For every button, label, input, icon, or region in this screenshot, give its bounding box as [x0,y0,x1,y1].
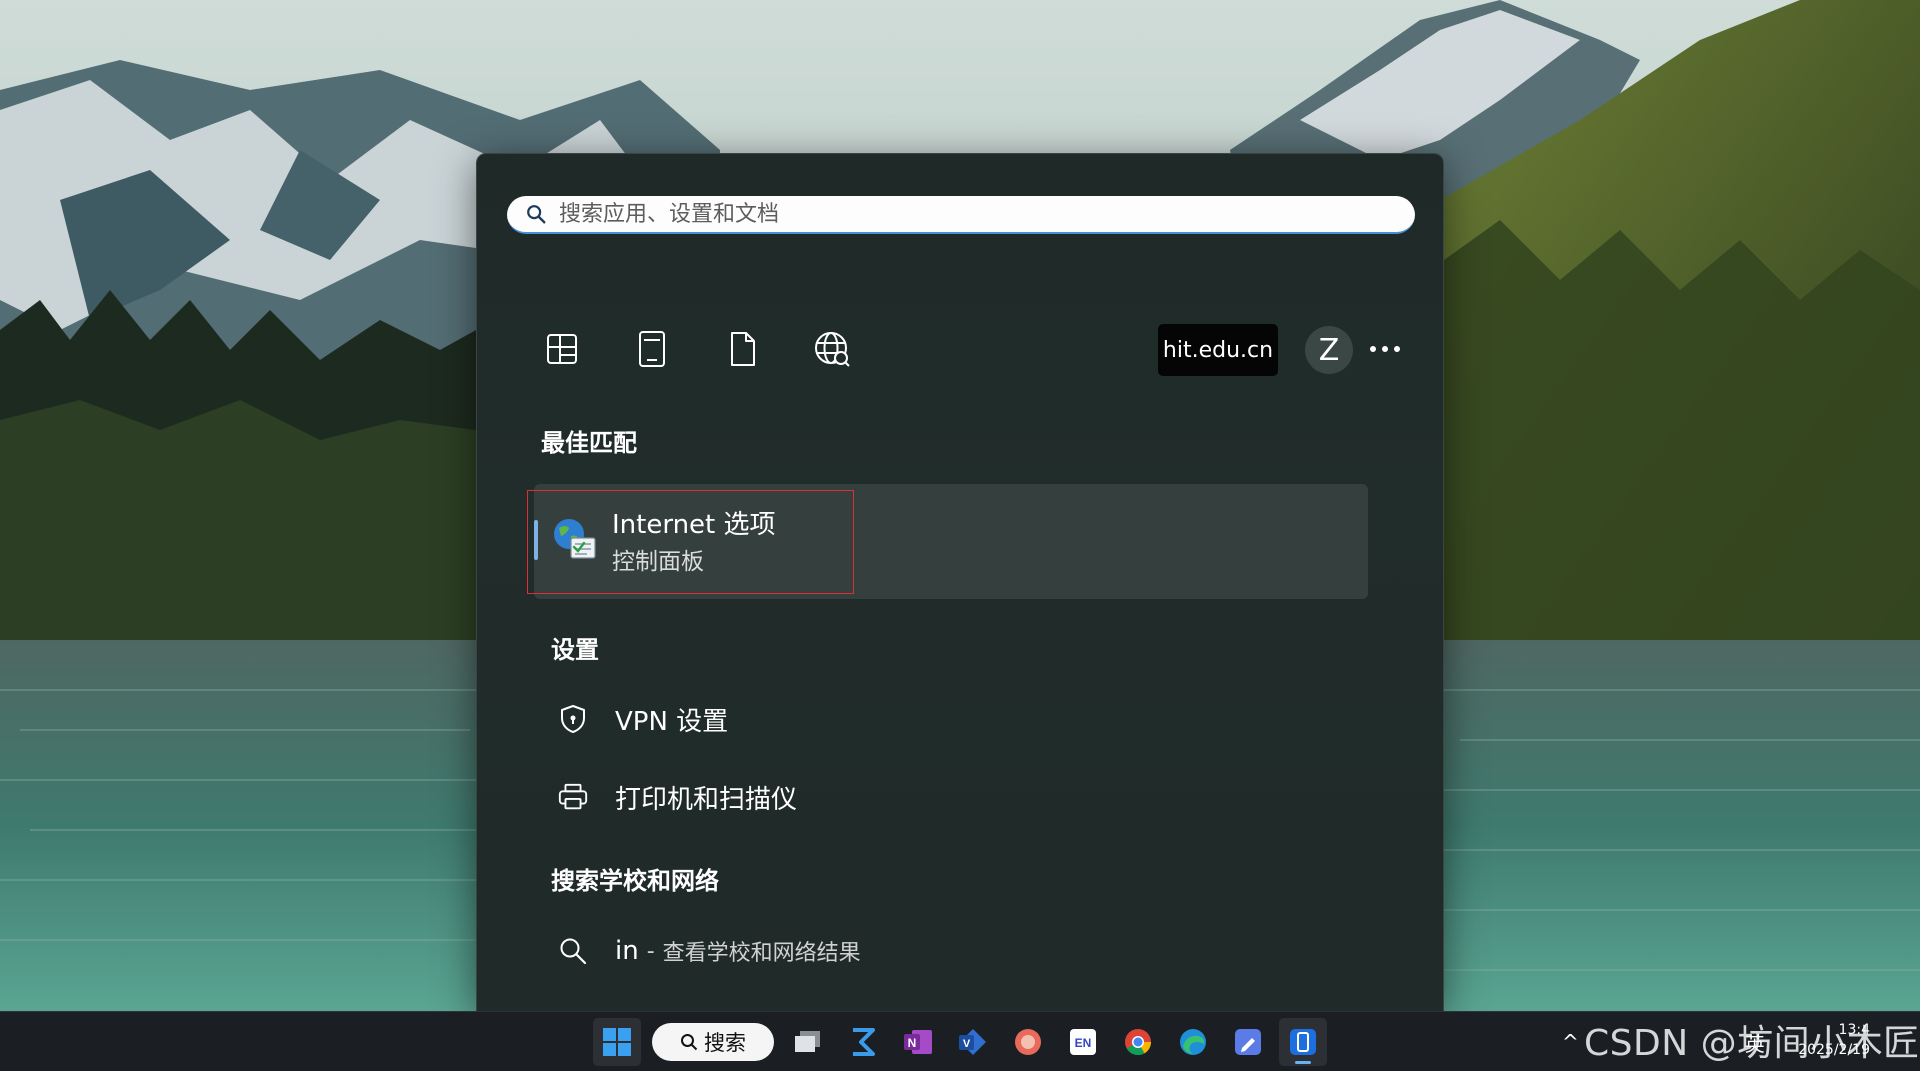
school-network-results-text: 查看学校和网络结果 [662,941,861,966]
apps-grid-icon [547,334,577,364]
internet-options-icon [554,519,596,559]
taskbar-search-button[interactable]: 搜索 [652,1023,774,1061]
notes-button[interactable] [1224,1018,1272,1066]
edge-icon [1180,1029,1206,1055]
start-button[interactable] [593,1018,641,1066]
filter-row: hit.edu.cn Z [535,322,1400,376]
csdn-watermark: CSDN @坊间小木匠 [1584,1023,1920,1064]
chrome-button[interactable] [1114,1018,1162,1066]
printer-icon [558,783,588,810]
task-view-icon [795,1031,820,1052]
printers-scanners-label: 打印机和扫描仪 [615,784,798,815]
visio-icon: V [959,1029,986,1055]
search-icon [527,205,546,224]
search-box[interactable] [507,196,1415,234]
windows-logo-icon [603,1028,631,1056]
shield-icon [561,705,585,733]
search-input[interactable] [559,201,1415,227]
onenote-icon: N [904,1030,932,1054]
best-match-subtitle: 控制面板 [612,549,704,575]
school-network-search-heading: 搜索学校和网络 [551,867,719,895]
search-query-text: in [615,936,639,966]
phone-link-button[interactable] [1279,1018,1327,1066]
search-icon [560,938,587,965]
edge-button[interactable] [1169,1018,1217,1066]
chevron-up-icon[interactable]: ^ [1562,1030,1579,1054]
more-dot-icon [1370,346,1376,352]
printers-scanners-item[interactable]: 打印机和扫描仪 [557,769,1337,825]
files-filter-button[interactable] [715,322,769,376]
organization-domain-badge[interactable]: hit.edu.cn [1158,324,1278,376]
more-dot-icon [1382,346,1388,352]
best-match-title: Internet 选项 [612,510,776,540]
sigma-icon [853,1028,875,1056]
account-avatar[interactable]: Z [1305,326,1353,374]
en-translator-button[interactable]: EN [1059,1018,1107,1066]
en-icon: EN [1070,1029,1096,1055]
taskbar-search-label: 搜索 [704,1031,746,1055]
apps-filter-button[interactable] [535,322,589,376]
documents-filter-button[interactable] [625,322,679,376]
web-filter-button[interactable] [805,322,859,376]
onenote-button[interactable]: N [894,1018,942,1066]
school-network-search-item[interactable]: in - 查看学校和网络结果 [557,923,1337,979]
best-match-heading: 最佳匹配 [541,429,637,457]
more-dot-icon [1394,346,1400,352]
separator-text: - [646,938,655,964]
phone-icon [1290,1029,1316,1055]
vpn-settings-label: VPN 设置 [615,706,729,737]
document-icon [731,332,755,366]
active-app-indicator [1295,1061,1311,1064]
vpn-settings-item[interactable]: VPN 设置 [557,691,1337,747]
svg-text:EN: EN [1075,1036,1092,1050]
tablet-icon [639,331,665,367]
start-search-panel: hit.edu.cn Z 最佳匹配 Internet 选项 控制面板 设置 VP… [476,153,1444,1011]
settings-heading: 设置 [551,636,599,664]
task-view-button[interactable] [784,1018,832,1066]
visio-button[interactable]: V [949,1018,997,1066]
chrome-icon [1125,1029,1152,1056]
pen-note-icon [1235,1029,1261,1055]
globe-icon [815,332,850,367]
red-app-button[interactable] [1004,1018,1052,1066]
svg-text:V: V [963,1038,971,1050]
more-options-button[interactable] [1355,322,1415,376]
search-icon [681,1034,698,1051]
app-icon [1015,1029,1041,1055]
svg-text:N: N [908,1036,917,1050]
powershell-button[interactable] [839,1018,887,1066]
